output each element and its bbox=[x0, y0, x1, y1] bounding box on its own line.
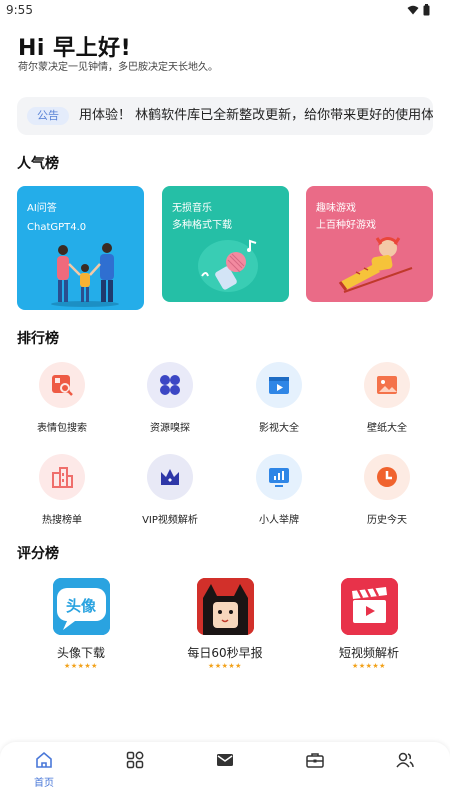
toolbox-icon bbox=[306, 753, 324, 768]
crown-icon bbox=[147, 454, 193, 500]
wifi-icon bbox=[407, 5, 419, 15]
home-icon bbox=[36, 751, 52, 768]
ranking-item-sign-holder[interactable]: 小人举牌 bbox=[229, 454, 329, 526]
child-relaxing-illustration bbox=[338, 237, 413, 293]
image-search-icon bbox=[39, 362, 85, 408]
clapperboard-app-icon bbox=[340, 578, 398, 635]
rating-stars: ★★★★★ bbox=[64, 662, 98, 670]
status-bar: 9:55 bbox=[0, 0, 450, 22]
notice-text: 用体验！ 林鹤软件库已全新整改更新，给你带来更好的使用体 bbox=[79, 108, 433, 123]
ranking-item-hot-search[interactable]: 热搜榜单 bbox=[12, 454, 112, 526]
ranking-item-history-today[interactable]: 历史今天 bbox=[337, 454, 437, 526]
ranking-item-label: 历史今天 bbox=[367, 515, 407, 526]
ranking-item-label: 影视大全 bbox=[259, 423, 299, 434]
grid-icon bbox=[126, 751, 144, 769]
bottom-tab-bar: 首页 bbox=[0, 742, 450, 800]
ranking-item-resource-sniff[interactable]: 资源嗅探 bbox=[120, 362, 220, 434]
ranking-item-label: 壁纸大全 bbox=[367, 423, 407, 434]
popular-card-music[interactable]: 无损音乐 多种格式下载 bbox=[162, 186, 289, 302]
ranking-item-label: 资源嗅探 bbox=[150, 423, 190, 434]
popular-card-line2: 多种格式下载 bbox=[172, 220, 232, 231]
ranking-item-wallpapers[interactable]: 壁纸大全 bbox=[337, 362, 437, 434]
score-item-name: 头像下载 bbox=[56, 646, 105, 660]
battery-icon bbox=[423, 4, 430, 16]
ranking-item-label: 热搜榜单 bbox=[42, 515, 82, 526]
picture-icon bbox=[364, 362, 410, 408]
cartoon-girl-app-icon bbox=[196, 578, 254, 635]
monitor-chart-icon bbox=[256, 454, 302, 500]
notice-bar[interactable]: 公告 用体验！ 林鹤软件库已全新整改更新，给你带来更好的使用体 bbox=[17, 97, 433, 135]
notice-badge: 公告 bbox=[27, 107, 69, 125]
score-item-short-video-parse[interactable]: 短视频解析 ★★★★★ bbox=[314, 578, 424, 670]
rating-stars: ★★★★★ bbox=[208, 662, 242, 670]
popular-card-ai[interactable]: AI问答 ChatGPT4.0 bbox=[17, 186, 144, 310]
ranking-item-label: VIP视频解析 bbox=[142, 515, 198, 526]
ranking-item-vip-video[interactable]: VIP视频解析 bbox=[120, 454, 220, 526]
mail-icon bbox=[217, 754, 233, 766]
building-chart-icon bbox=[39, 454, 85, 500]
ranking-item-movies[interactable]: 影视大全 bbox=[229, 362, 329, 434]
popular-card-line1: 无损音乐 bbox=[172, 203, 212, 214]
popular-section-title: 人气榜 bbox=[17, 156, 59, 172]
score-item-daily-news[interactable]: 每日60秒早报 ★★★★★ bbox=[170, 578, 280, 670]
popular-card-line2: 上百种好游戏 bbox=[316, 220, 376, 231]
status-time: 9:55 bbox=[6, 3, 33, 17]
greeting-subtitle: 荷尔蒙决定一见钟情，多巴胺决定天长地久。 bbox=[18, 62, 218, 73]
tab-home-label: 首页 bbox=[34, 778, 54, 789]
avatar-app-icon-text: 头像 bbox=[65, 597, 96, 615]
tab-category[interactable] bbox=[105, 750, 165, 770]
score-item-name: 每日60秒早报 bbox=[187, 646, 263, 660]
music-microphone-illustration bbox=[198, 239, 258, 292]
ranking-item-emoji-search[interactable]: 表情包搜索 bbox=[12, 362, 112, 434]
tab-profile[interactable] bbox=[375, 750, 435, 770]
ranking-item-label: 小人举牌 bbox=[259, 515, 299, 526]
video-play-icon bbox=[256, 362, 302, 408]
tab-toolbox[interactable] bbox=[285, 750, 345, 770]
rating-stars: ★★★★★ bbox=[352, 662, 386, 670]
popular-card-game[interactable]: 趣味游戏 上百种好游戏 bbox=[306, 186, 433, 302]
score-section-title: 评分榜 bbox=[17, 546, 59, 562]
users-icon bbox=[396, 752, 414, 768]
tab-messages[interactable] bbox=[195, 750, 255, 770]
family-illustration bbox=[51, 243, 119, 307]
popular-card-line1: 趣味游戏 bbox=[316, 203, 356, 214]
clover-icon bbox=[147, 362, 193, 408]
clock-icon bbox=[364, 454, 410, 500]
popular-card-line1: AI问答 bbox=[27, 203, 57, 214]
score-item-name: 短视频解析 bbox=[338, 646, 399, 660]
avatar-app-icon: 头像 bbox=[52, 578, 110, 635]
popular-card-line2: ChatGPT4.0 bbox=[27, 222, 87, 233]
ranking-item-label: 表情包搜索 bbox=[37, 423, 87, 434]
status-icons bbox=[407, 4, 430, 16]
score-item-avatar-download[interactable]: 头像 头像下载 ★★★★★ bbox=[26, 578, 136, 670]
tab-home[interactable]: 首页 bbox=[14, 750, 74, 789]
ranking-section-title: 排行榜 bbox=[17, 331, 59, 347]
